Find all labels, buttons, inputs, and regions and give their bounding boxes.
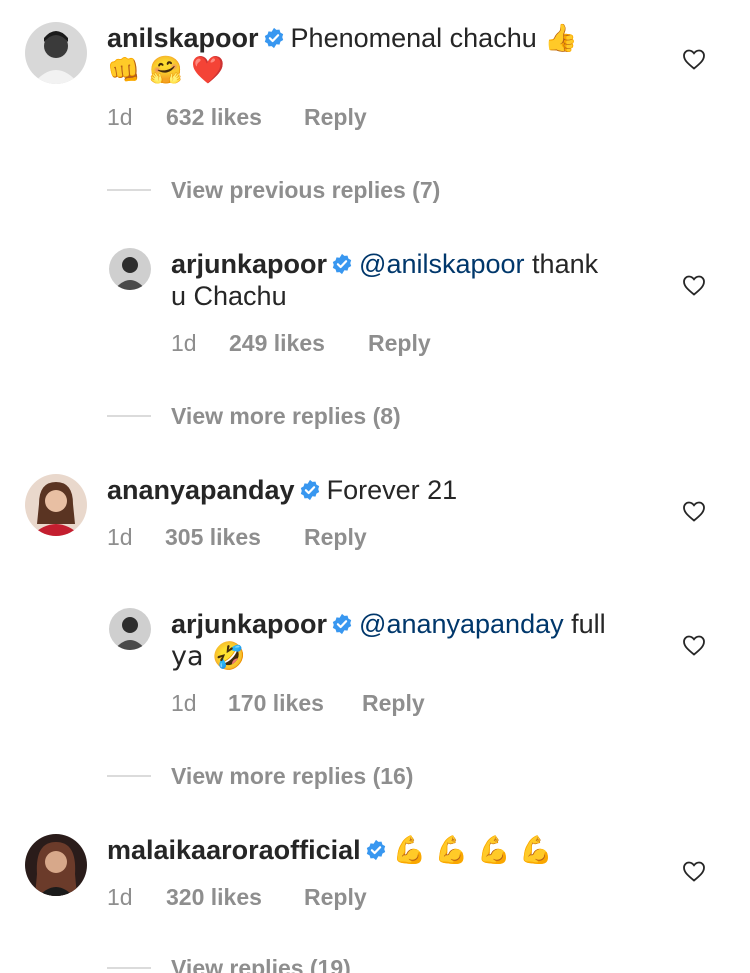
comment-meta: 1d 632 likes Reply [107,102,507,132]
comment-text: ananyapanday Forever 21 [107,474,457,506]
comment-body-line2: ya 🤣 [171,641,246,672]
comment-time: 1d [107,524,133,550]
comment-body: 💪 💪 💪 💪 [392,835,553,866]
reply-button[interactable]: Reply [304,102,367,132]
reply-button[interactable]: Reply [368,328,431,358]
comment-likes[interactable]: 170 likes [228,688,324,718]
avatar[interactable] [25,474,87,536]
view-replies-label: View previous replies (7) [171,177,441,203]
verified-badge-icon [263,27,285,49]
comment-time: 1d [171,330,197,356]
reply-button[interactable]: Reply [362,688,425,718]
verified-badge-icon [331,253,353,275]
view-replies-label: View more replies (16) [171,763,414,789]
comment-body: Forever 21 [326,475,458,505]
comment-username[interactable]: anilskapoor [107,23,259,53]
comment-meta: 1d 305 likes Reply [107,522,507,552]
comment-body-line2: u Chachu [171,281,287,311]
reply-text: arjunkapoor @anilskapoor thank u Chachu [171,248,598,312]
divider-line [107,189,151,191]
comment-body: thank [532,249,599,279]
comment-meta: 1d 170 likes Reply [171,688,571,718]
verified-badge-icon [331,613,353,635]
reply-button[interactable]: Reply [304,882,367,912]
avatar[interactable] [25,22,87,84]
mention-link[interactable]: @anilskapoor [359,249,525,279]
divider-line [107,775,151,777]
divider-line [107,415,151,417]
avatar[interactable] [109,248,151,290]
mention-link[interactable]: @ananyapanday [359,609,564,639]
comment-time: 1d [107,104,133,130]
reply-text: arjunkapoor @ananyapanday full ya 🤣 [171,608,606,673]
comment-body: full [571,609,606,639]
comment-meta: 1d 320 likes Reply [107,882,507,912]
heart-outline-icon[interactable] [682,48,706,70]
avatar[interactable] [25,834,87,896]
comment-likes[interactable]: 320 likes [166,882,262,912]
comment-likes[interactable]: 249 likes [229,328,325,358]
divider-line [107,967,151,969]
comment-likes[interactable]: 632 likes [166,102,262,132]
comment-time: 1d [107,884,133,910]
heart-outline-icon[interactable] [682,634,706,656]
comment-text: anilskapoor Phenomenal chachu 👍 👊 🤗 ❤️ [107,22,578,87]
avatar[interactable] [109,608,151,650]
comment-meta: 1d 249 likes Reply [171,328,571,358]
comments-list: anilskapoor Phenomenal chachu 👍 👊 🤗 ❤️ 1d… [0,0,750,973]
heart-outline-icon[interactable] [682,500,706,522]
reply-button[interactable]: Reply [304,522,367,552]
comment-body-line2: 👊 🤗 ❤️ [107,55,226,86]
heart-outline-icon[interactable] [682,274,706,296]
comment-likes[interactable]: 305 likes [165,522,261,552]
comment-username[interactable]: arjunkapoor [171,249,327,279]
view-replies-label: View replies (19) [171,955,351,973]
comment-body: Phenomenal chachu 👍 [290,23,578,53]
heart-outline-icon[interactable] [682,860,706,882]
view-replies-label: View more replies (8) [171,403,401,429]
verified-badge-icon [365,839,387,861]
comment-time: 1d [171,690,197,716]
comment-username[interactable]: arjunkapoor [171,609,327,639]
comment-username[interactable]: ananyapanday [107,475,295,505]
verified-badge-icon [299,479,321,501]
comment-username[interactable]: malaikaaroraofficial [107,835,361,865]
comment-text: malaikaaroraofficial 💪 💪 💪 💪 [107,834,553,867]
